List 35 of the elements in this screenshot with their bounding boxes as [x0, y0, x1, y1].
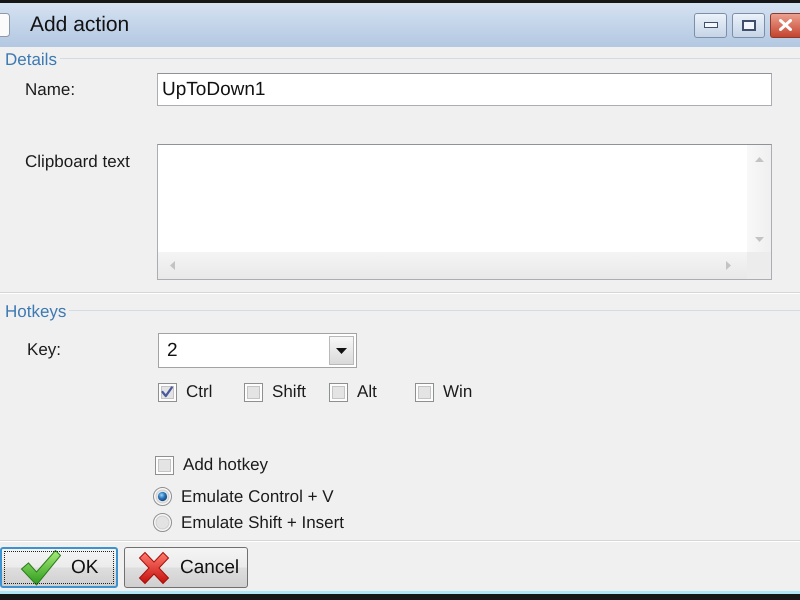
right-arrow-icon[interactable]: [726, 261, 731, 270]
cross-icon: [138, 550, 170, 584]
caret-icon: [336, 348, 347, 354]
minimize-button[interactable]: [694, 12, 727, 38]
up-arrow-icon[interactable]: [754, 157, 764, 162]
add-hotkey-checkbox[interactable]: Add hotkey: [155, 455, 268, 475]
ok-button[interactable]: OK: [0, 547, 118, 588]
horizontal-scrollbar[interactable]: [158, 252, 747, 279]
modifier-checkbox[interactable]: Shift: [244, 382, 306, 402]
down-arrow-icon[interactable]: [754, 237, 764, 242]
modifier-checkbox[interactable]: Alt: [329, 382, 377, 402]
minimize-icon: [704, 22, 718, 28]
section-heading: Details: [5, 50, 57, 70]
scrollbar-corner: [747, 252, 771, 279]
key-dropdown[interactable]: 2: [158, 333, 357, 368]
emulation-radio-button[interactable]: Emulate Shift + Insert: [153, 512, 344, 533]
field-label: Clipboard text: [25, 152, 131, 172]
maximize-button[interactable]: [732, 12, 765, 38]
field-label: Name:: [25, 80, 76, 100]
close-icon: [779, 19, 792, 31]
section-heading: Hotkeys: [5, 302, 66, 322]
clipboard-text-field[interactable]: [157, 144, 772, 280]
vertical-scrollbar[interactable]: [747, 145, 771, 252]
close-button[interactable]: [770, 12, 800, 38]
name-input[interactable]: UpToDown1: [157, 73, 772, 106]
check-icon: [20, 548, 62, 586]
dropdown-button[interactable]: [329, 336, 354, 365]
left-arrow-icon[interactable]: [170, 261, 175, 270]
field-label: Key:: [27, 340, 62, 360]
maximize-icon: [742, 20, 756, 30]
cancel-button[interactable]: Cancel: [124, 547, 248, 588]
modifier-checkbox[interactable]: Win: [415, 382, 472, 402]
emulation-radio-button[interactable]: Emulate Control + V: [153, 486, 334, 507]
window-title: Add action: [30, 13, 130, 37]
modifier-checkbox[interactable]: Ctrl: [158, 382, 212, 402]
